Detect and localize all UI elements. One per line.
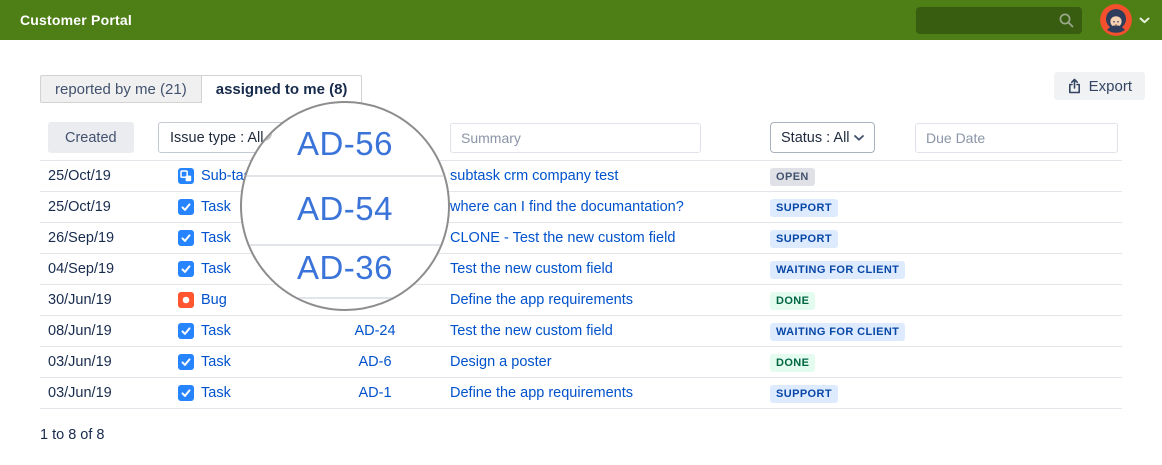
issue-type-label: Task	[201, 261, 231, 277]
subtask-icon	[178, 168, 194, 184]
task-icon	[178, 323, 194, 339]
export-icon	[1067, 78, 1082, 94]
status-cell: SUPPORT	[770, 229, 1122, 248]
issue-type-label: Task	[201, 354, 231, 370]
status-cell: WAITING FOR CLIENT	[770, 322, 1122, 341]
issue-type-label: Task	[201, 230, 231, 246]
status-badge: WAITING FOR CLIENT	[770, 323, 905, 341]
global-search-box	[916, 7, 1082, 34]
table-row: 26/Sep/19 Task CLONE - Test the new cust…	[40, 223, 1122, 254]
created-cell: 03/Jun/19	[40, 354, 178, 370]
task-icon	[178, 230, 194, 246]
issue-type-cell: Task	[178, 354, 300, 370]
search-icon	[1058, 12, 1075, 29]
summary-filter-input[interactable]	[450, 123, 701, 153]
created-cell: 03/Jun/19	[40, 385, 178, 401]
issue-key-link[interactable]: AD-6	[300, 354, 450, 370]
issue-key-link[interactable]: AD-24	[300, 323, 450, 339]
created-cell: 25/Oct/19	[40, 199, 178, 215]
issue-summary-link[interactable]: where can I find the documantation?	[450, 199, 770, 215]
magnified-row-divider	[242, 175, 448, 177]
issue-type-cell: Bug	[178, 292, 300, 308]
export-button[interactable]: Export	[1054, 72, 1145, 100]
issue-type-icon	[178, 354, 194, 370]
created-cell: 04/Sep/19	[40, 261, 178, 277]
magnified-row-divider	[242, 297, 448, 299]
customer-portal-page: Customer Portal rep	[0, 0, 1162, 465]
status-cell: DONE	[770, 291, 1122, 310]
task-icon	[178, 385, 194, 401]
request-tabs: reported by me (21) assigned to me (8)	[40, 75, 362, 103]
created-cell: 08/Jun/19	[40, 323, 178, 339]
status-badge: DONE	[770, 292, 815, 310]
created-cell: 26/Sep/19	[40, 230, 178, 246]
status-badge: DONE	[770, 354, 815, 372]
issue-summary-link[interactable]: Test the new custom field	[450, 323, 770, 339]
tab-reported-by-me[interactable]: reported by me (21)	[40, 75, 202, 103]
magnified-issue-key: AD-54	[242, 190, 448, 228]
magnified-issue-key: AD-36	[242, 249, 448, 287]
issue-type-label: Task	[201, 385, 231, 401]
status-cell: SUPPORT	[770, 198, 1122, 217]
issue-key-link[interactable]: AD-1	[300, 385, 450, 401]
issue-type-label: Bug	[201, 292, 227, 308]
table-row: 03/Jun/19 Task AD-1 Define the app requi…	[40, 378, 1122, 409]
issue-type-icon	[178, 168, 194, 184]
table-row: 25/Oct/19 Sub-task subtask crm company t…	[40, 161, 1122, 192]
issue-type-label: Task	[201, 323, 231, 339]
table-row: 25/Oct/19 Task where can I find the docu…	[40, 192, 1122, 223]
issue-summary-link[interactable]: CLONE - Test the new custom field	[450, 230, 770, 246]
chevron-down-icon[interactable]	[1139, 17, 1150, 24]
issue-summary-link[interactable]: Define the app requirements	[450, 385, 770, 401]
table-row: 03/Jun/19 Task AD-6 Design a poster DONE	[40, 347, 1122, 378]
magnifier-overlay: AD-56 AD-54 AD-36	[240, 101, 450, 311]
created-filter-button[interactable]: Created	[48, 122, 134, 153]
tab-assigned-to-me[interactable]: assigned to me (8)	[202, 75, 363, 103]
top-navigation-bar: Customer Portal	[0, 0, 1162, 40]
issue-summary-link[interactable]: Design a poster	[450, 354, 770, 370]
status-cell: DONE	[770, 353, 1122, 372]
status-badge: WAITING FOR CLIENT	[770, 261, 905, 279]
result-count: 1 to 8 of 8	[40, 427, 105, 443]
issue-type-label: Task	[201, 199, 231, 215]
task-icon	[178, 199, 194, 215]
issue-type-cell: Task	[178, 385, 300, 401]
status-badge: SUPPORT	[770, 199, 838, 217]
issue-type-icon	[178, 323, 194, 339]
task-icon	[178, 261, 194, 277]
table-row: 30/Jun/19 Bug Define the app requirement…	[40, 285, 1122, 316]
issue-type-icon	[178, 230, 194, 246]
status-badge: SUPPORT	[770, 230, 838, 248]
issue-type-icon	[178, 199, 194, 215]
created-cell: 25/Oct/19	[40, 168, 178, 184]
status-caret-icon	[854, 135, 864, 141]
magnified-row-divider	[242, 244, 448, 246]
app-title: Customer Portal	[20, 12, 132, 28]
issue-summary-link[interactable]: Test the new custom field	[450, 261, 770, 277]
issue-type-icon	[178, 261, 194, 277]
issue-type-icon	[178, 292, 194, 308]
table-row: 04/Sep/19 Task Test the new custom field…	[40, 254, 1122, 285]
created-cell: 30/Jun/19	[40, 292, 178, 308]
status-filter-label: Status : All	[781, 130, 850, 146]
status-cell: OPEN	[770, 167, 1122, 186]
task-icon	[178, 354, 194, 370]
issue-type-icon	[178, 385, 194, 401]
status-cell: SUPPORT	[770, 384, 1122, 403]
issues-table-body: 25/Oct/19 Sub-task subtask crm company t…	[40, 160, 1122, 409]
issue-summary-link[interactable]: subtask crm company test	[450, 168, 770, 184]
status-badge: SUPPORT	[770, 385, 838, 403]
issue-summary-link[interactable]: Define the app requirements	[450, 292, 770, 308]
status-badge: OPEN	[770, 168, 815, 186]
issue-type-cell: Task	[178, 323, 300, 339]
user-avatar[interactable]	[1100, 4, 1132, 36]
export-label: Export	[1089, 78, 1132, 95]
status-filter[interactable]: Status : All	[770, 122, 875, 153]
due-date-filter-input[interactable]	[915, 123, 1118, 153]
status-cell: WAITING FOR CLIENT	[770, 260, 1122, 279]
magnified-issue-key: AD-56	[242, 125, 448, 163]
bug-icon	[178, 292, 194, 308]
table-row: 08/Jun/19 Task AD-24 Test the new custom…	[40, 316, 1122, 347]
